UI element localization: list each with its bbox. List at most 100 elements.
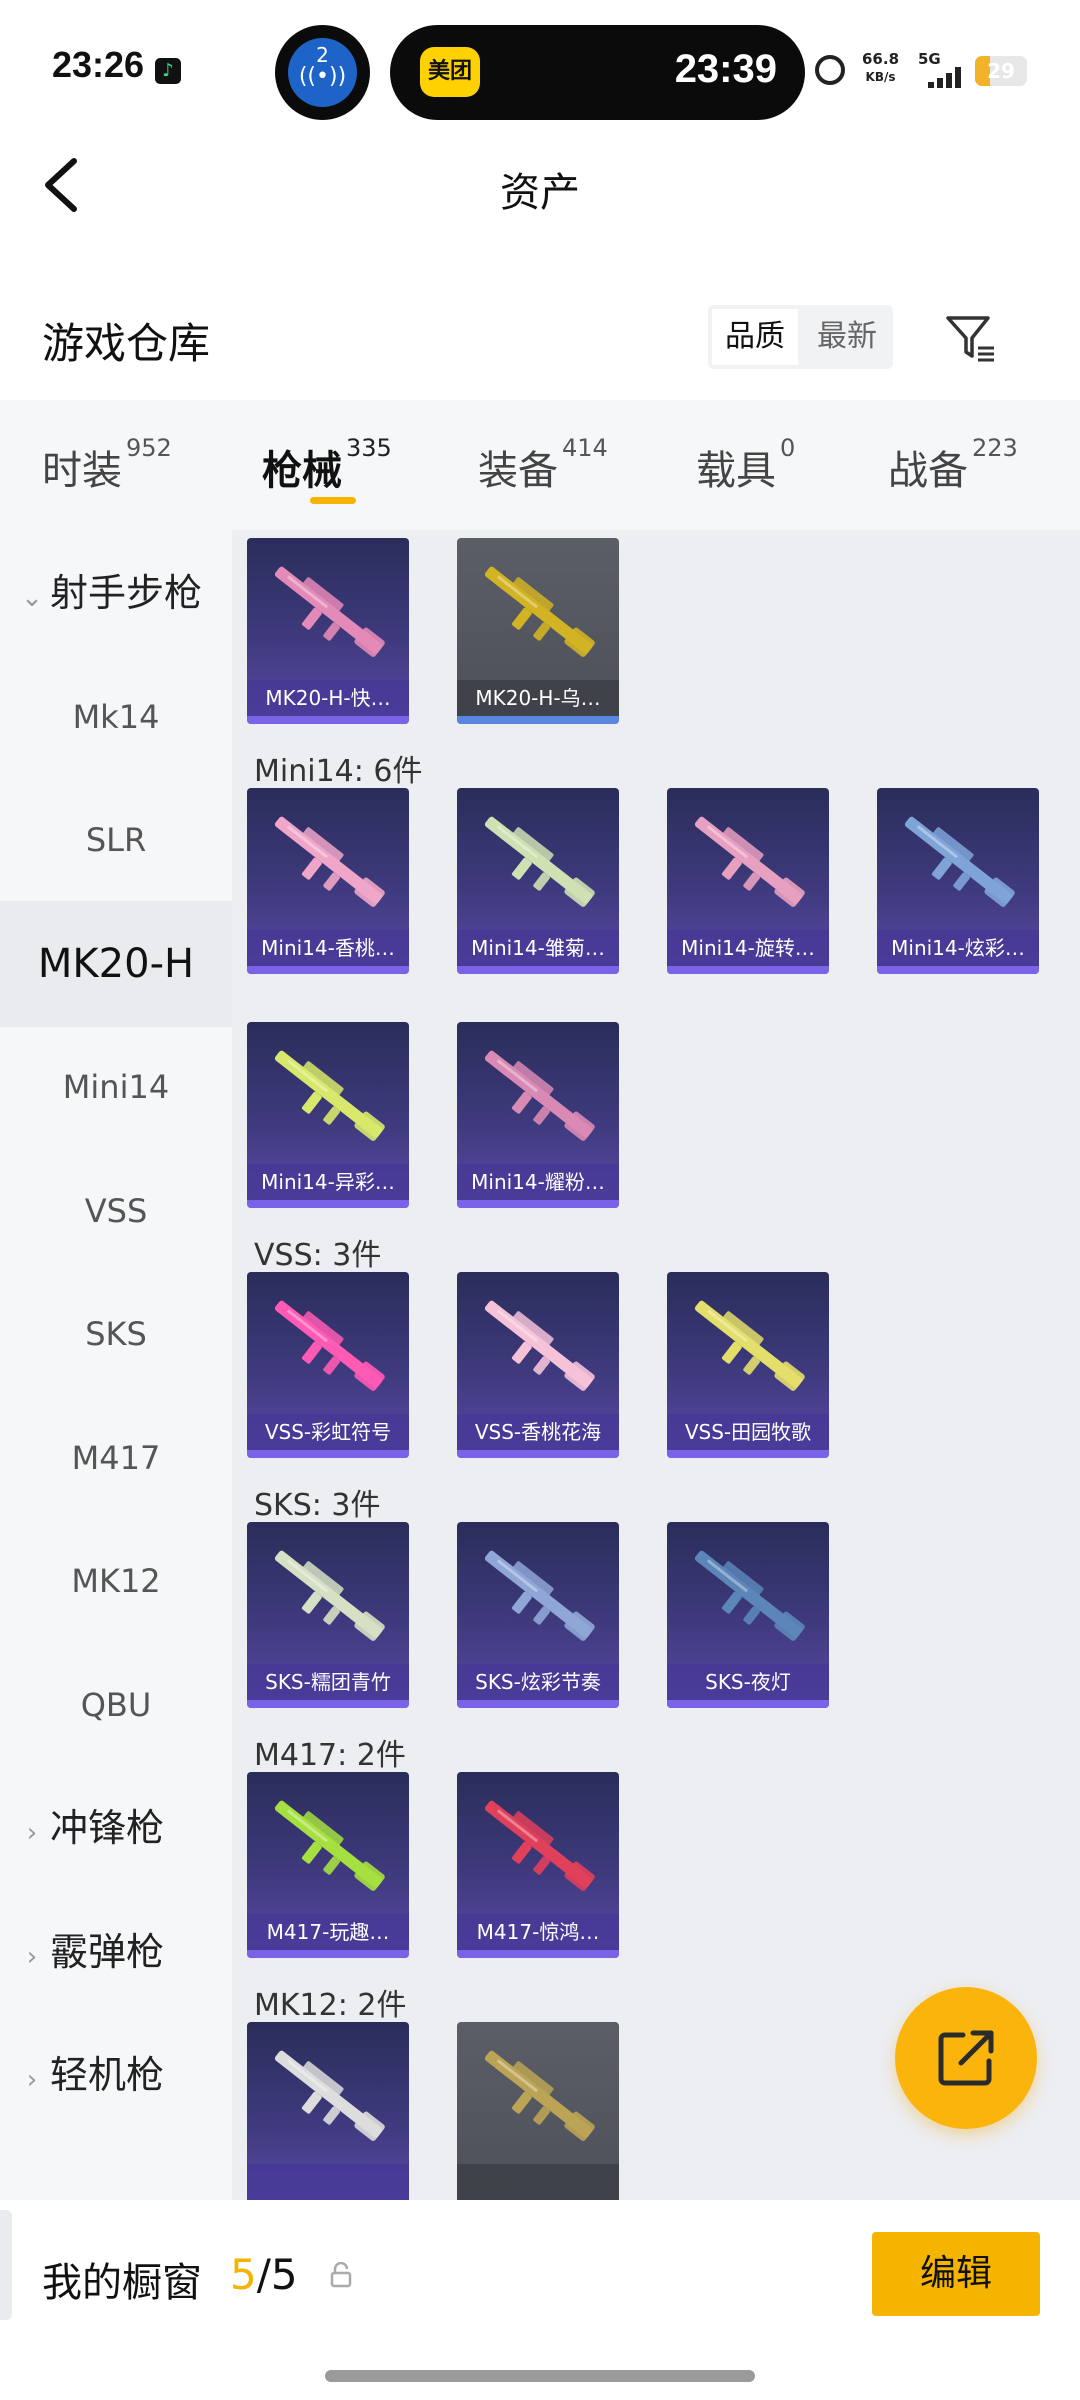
section-label: SKS: 3件 xyxy=(254,1488,381,1523)
sidebar-item-label: 射手步枪 xyxy=(50,571,203,615)
tab-fashion[interactable]: 时装 952 xyxy=(42,434,172,496)
weapon-card[interactable] xyxy=(247,2022,409,2200)
signal-icon xyxy=(920,66,966,88)
alarm-icon xyxy=(815,55,845,85)
share-button[interactable] xyxy=(895,1987,1037,2129)
lock-icon xyxy=(330,2262,352,2288)
sidebar-item-label: 冲锋枪 xyxy=(50,1806,165,1850)
tab-supplies[interactable]: 战备 223 xyxy=(888,434,1018,496)
weapon-skin-icon xyxy=(484,1300,595,1391)
share-external-icon xyxy=(938,2030,994,2086)
active-tab-indicator xyxy=(310,497,356,504)
sidebar-item[interactable]: Mini14 xyxy=(0,1024,232,1150)
rarity-bar xyxy=(667,966,829,974)
weapon-skin-icon xyxy=(484,566,595,657)
weapon-card-label xyxy=(457,2164,619,2200)
weapon-skin-icon xyxy=(274,1550,385,1641)
sidebar-item[interactable]: M417 xyxy=(0,1395,232,1521)
weapon-card-label: M417-玩趣… xyxy=(247,1914,409,1950)
rarity-bar xyxy=(877,966,1039,974)
rarity-bar xyxy=(247,1950,409,1958)
weapon-card-label: VSS-香桃花海 xyxy=(457,1414,619,1450)
weapon-card[interactable]: M417-惊鸿… xyxy=(457,1772,619,1958)
sidebar-item-label: QBU xyxy=(80,1685,152,1724)
battery-icon: 29 xyxy=(975,56,1027,86)
music-app-icon: ♪ xyxy=(155,58,181,84)
chevron-right-icon: › xyxy=(26,1818,38,1848)
net-speed: 66.8 KB/s xyxy=(862,50,899,86)
weapon-card[interactable]: SKS-夜灯 xyxy=(667,1522,829,1708)
chevron-down-icon: ⌄ xyxy=(21,583,43,613)
tab-count: 952 xyxy=(126,434,172,462)
weapon-card[interactable]: SKS-糯团青竹 xyxy=(247,1522,409,1708)
weapon-skin-icon xyxy=(694,1550,805,1641)
weapon-card[interactable]: M417-玩趣… xyxy=(247,1772,409,1958)
section-label: VSS: 3件 xyxy=(254,1238,382,1273)
weapon-card[interactable]: VSS-田园牧歌 xyxy=(667,1272,829,1458)
weapon-skin-icon xyxy=(274,566,385,657)
tab-vehicles[interactable]: 载具 0 xyxy=(696,434,795,496)
tab-count: 414 xyxy=(562,434,608,462)
sidebar-item[interactable]: QBU xyxy=(0,1642,232,1768)
weapon-card[interactable]: Mini14-炫彩… xyxy=(877,788,1039,974)
rarity-bar xyxy=(457,1700,619,1708)
weapon-type-sidebar: ⌄ 射手步枪 Mk14 SLR MK20-H Mini14 VSS SKS M417 MK12 QB… xyxy=(0,530,232,2200)
sidebar-item[interactable]: › 轻机枪 xyxy=(0,2012,232,2138)
sort-latest-button[interactable]: 最新 xyxy=(804,309,890,365)
island-time: 23:39 xyxy=(674,47,777,91)
island-hotspot-pill[interactable]: 2 ((•)) xyxy=(275,25,370,120)
weapon-card-label: Mini14-炫彩… xyxy=(877,930,1039,966)
tab-count: 0 xyxy=(780,434,796,462)
sidebar-item[interactable]: MK12 xyxy=(0,1518,232,1644)
island-meituan-pill[interactable]: 美团 23:39 xyxy=(390,25,805,120)
weapon-skin-icon xyxy=(694,816,805,907)
weapon-card[interactable]: Mini14-香桃… xyxy=(247,788,409,974)
sidebar-item[interactable]: MK20-H xyxy=(0,900,232,1027)
rarity-bar xyxy=(457,716,619,724)
weapon-card[interactable]: Mini14-异彩… xyxy=(247,1022,409,1208)
weapon-card[interactable]: Mini14-雏菊… xyxy=(457,788,619,974)
weapon-skin-icon xyxy=(274,1300,385,1391)
filter-icon[interactable] xyxy=(944,312,996,364)
category-tabs: 时装 952 枪械 335 装备 414 载具 0 战备 223 xyxy=(0,400,1080,530)
weapon-card[interactable]: Mini14-旋转… xyxy=(667,788,829,974)
sidebar-item[interactable]: SLR xyxy=(0,777,232,903)
tab-firearms[interactable]: 枪械 335 xyxy=(262,434,392,496)
showcase-total: 5 xyxy=(270,2250,298,2299)
edit-button[interactable]: 编辑 xyxy=(872,2232,1040,2316)
tab-label: 装备 xyxy=(478,448,558,494)
sidebar-item[interactable]: VSS xyxy=(0,1148,232,1274)
sidebar-item-label: VSS xyxy=(84,1191,148,1230)
warehouse-title: 游戏仓库 xyxy=(42,319,211,368)
sidebar-item[interactable]: ⌄ 射手步枪 xyxy=(0,530,232,656)
sidebar-item[interactable]: › 霰弹枪 xyxy=(0,1889,232,2015)
weapon-card[interactable]: MK20-H-快… xyxy=(247,538,409,724)
tab-equipment[interactable]: 装备 414 xyxy=(478,434,608,496)
weapon-card-label: MK20-H-快… xyxy=(247,680,409,716)
rarity-bar xyxy=(247,966,409,974)
sidebar-item-label: MK20-H xyxy=(37,940,195,987)
weapon-card-label: Mini14-旋转… xyxy=(667,930,829,966)
sidebar-item[interactable]: › 冲锋枪 xyxy=(0,1765,232,1891)
sidebar-item[interactable]: Mk14 xyxy=(0,654,232,780)
weapon-card-label: VSS-田园牧歌 xyxy=(667,1414,829,1450)
weapon-card[interactable]: VSS-香桃花海 xyxy=(457,1272,619,1458)
weapon-card[interactable] xyxy=(457,2022,619,2200)
rarity-bar xyxy=(667,1700,829,1708)
showcase-used: 5 xyxy=(230,2250,257,2299)
rarity-bar xyxy=(457,1950,619,1958)
sort-quality-button[interactable]: 品质 xyxy=(712,309,798,365)
rarity-bar xyxy=(457,966,619,974)
weapon-card[interactable]: Mini14-耀粉… xyxy=(457,1022,619,1208)
net-speed-value: 66.8 xyxy=(862,50,900,68)
chevron-right-icon: › xyxy=(26,2065,38,2095)
weapon-card[interactable]: MK20-H-乌… xyxy=(457,538,619,724)
hotspot-icon: 2 ((•)) xyxy=(288,38,357,107)
weapon-card-label: SKS-糯团青竹 xyxy=(247,1664,409,1700)
weapon-card-label: VSS-彩虹符号 xyxy=(247,1414,409,1450)
weapon-card[interactable]: VSS-彩虹符号 xyxy=(247,1272,409,1458)
weapon-skin-icon xyxy=(904,816,1015,907)
sidebar-item[interactable]: SKS xyxy=(0,1271,232,1397)
weapon-card[interactable]: SKS-炫彩节奏 xyxy=(457,1522,619,1708)
sidebar-item-label: Mini14 xyxy=(62,1068,170,1106)
